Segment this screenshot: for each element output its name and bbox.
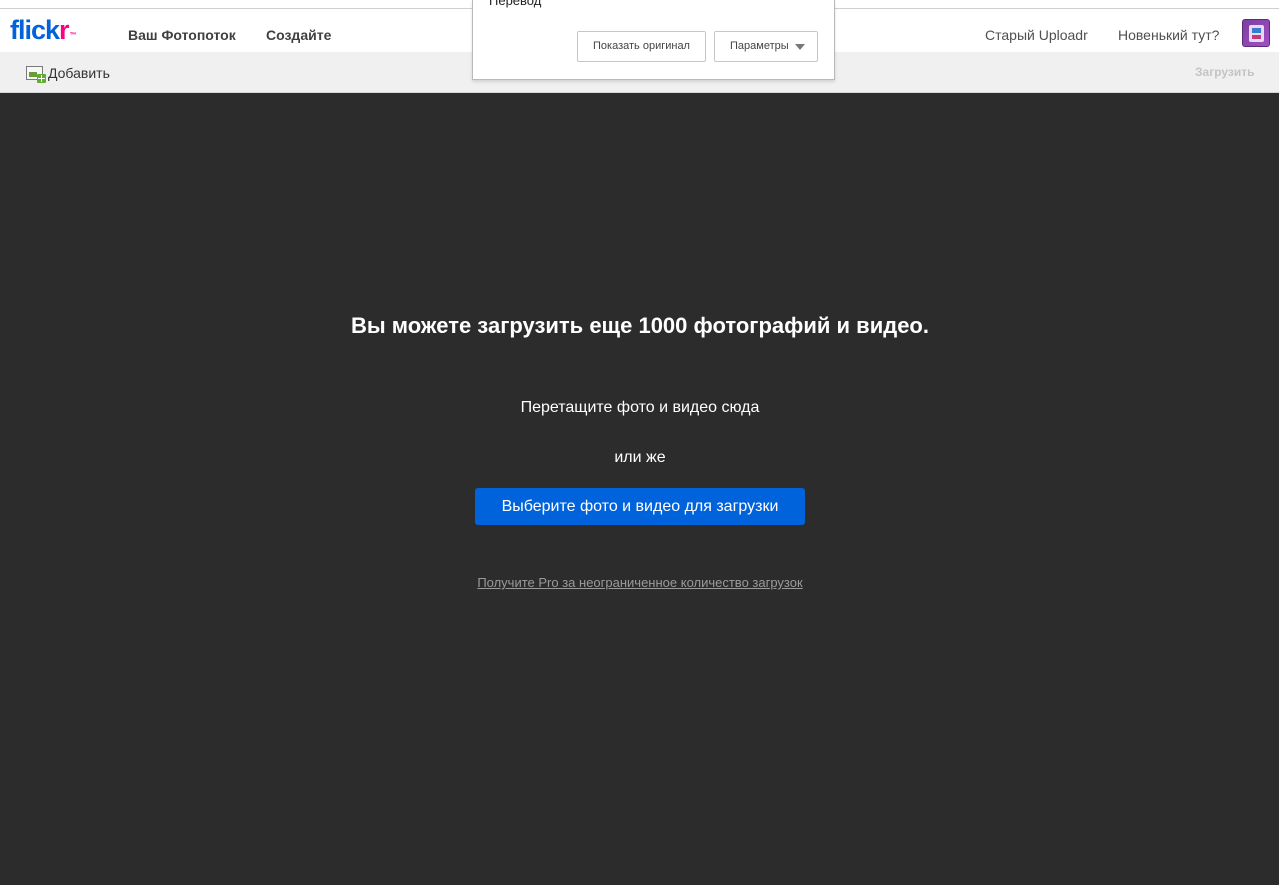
old-uploadr-link[interactable]: Старый Uploadr [985,27,1088,44]
user-avatar[interactable] [1242,19,1270,47]
logo-r: r [59,15,69,45]
plus-icon [37,74,46,83]
upload-button[interactable]: Загрузить [1195,65,1254,79]
flickr-logo[interactable]: flickr™ [10,13,77,47]
translate-popup: Перевод Показать оригинал Параметры [472,0,835,80]
params-dropdown[interactable]: Параметры [714,31,818,62]
add-label: Добавить [48,65,110,81]
add-photo-icon [26,66,46,83]
nav-photostream[interactable]: Ваш Фотопоток [128,27,236,44]
params-label: Параметры [730,40,789,52]
upload-limit-headline: Вы можете загрузить еще 1000 фотографий … [351,313,929,338]
chevron-down-icon [795,44,805,50]
whats-new-link[interactable]: Новенький тут? [1118,27,1219,44]
avatar-image [1249,25,1264,42]
choose-files-button[interactable]: Выберите фото и видео для загрузки [475,488,805,525]
show-original-button[interactable]: Показать оригинал [577,31,706,62]
logo-trademark: ™ [69,32,77,39]
or-separator: или же [614,449,666,466]
get-pro-link[interactable]: Получите Pro за неограниченное количеств… [340,575,940,591]
translate-popup-title: Перевод [489,0,542,8]
nav-create[interactable]: Создайте [266,27,331,44]
add-button[interactable]: Добавить [26,64,110,83]
drag-drop-hint: Перетащите фото и видео сюда [520,399,760,416]
logo-text: flick [10,15,60,45]
